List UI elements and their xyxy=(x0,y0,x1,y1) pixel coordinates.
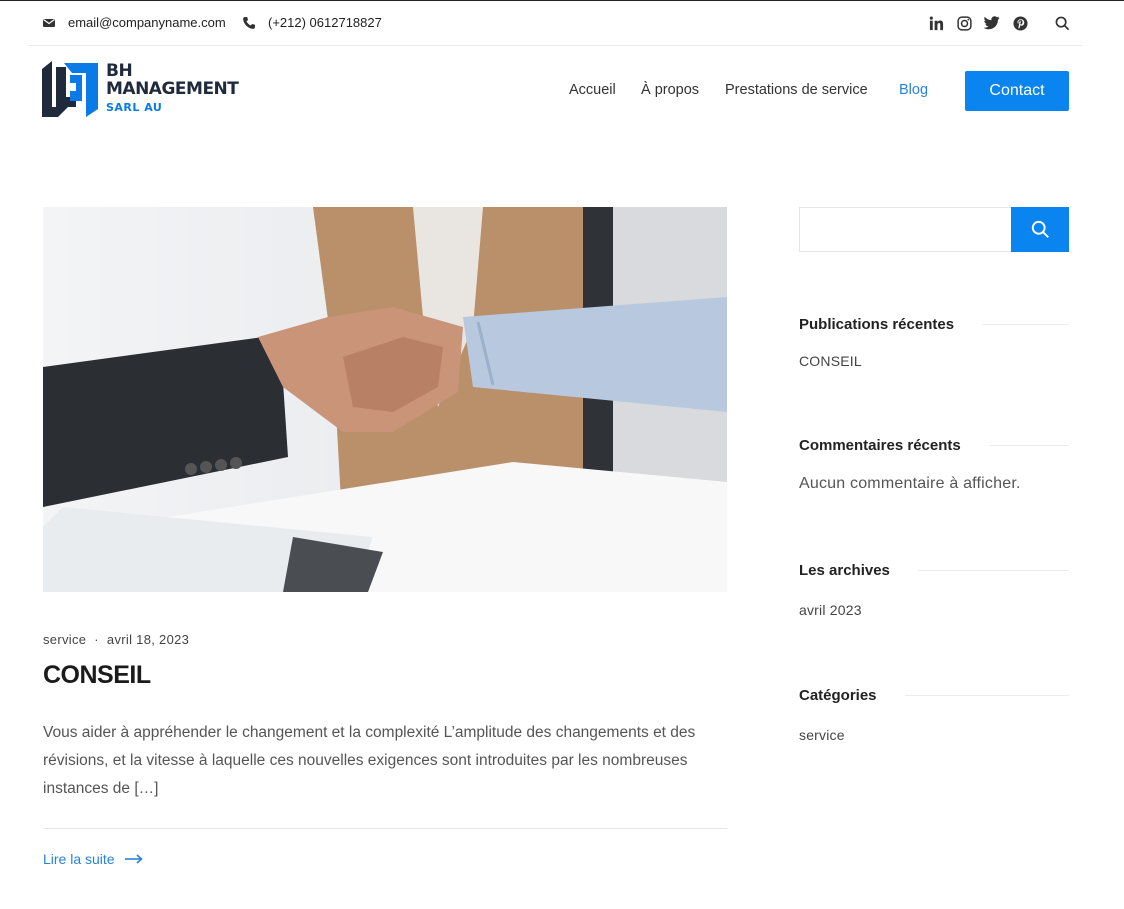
nav-item-blog[interactable]: Blog xyxy=(899,82,928,98)
widget-title-rule xyxy=(988,445,1069,446)
no-comments-text: Aucun commentaire à afficher. xyxy=(799,475,1021,492)
widget-title-recent-comments: Commentaires récents xyxy=(799,437,1069,454)
post-meta: service · avril 18, 2023 xyxy=(43,632,189,647)
category-link[interactable]: service xyxy=(799,727,845,743)
brand-line-1: BH xyxy=(106,61,133,81)
envelope-icon xyxy=(43,18,55,27)
nav-item-prestations[interactable]: Prestations de service xyxy=(725,82,868,98)
arrow-right-icon xyxy=(124,854,143,864)
widget-title-text: Catégories xyxy=(799,687,877,704)
post-category-link[interactable]: service xyxy=(43,632,86,647)
sidebar-search-input[interactable] xyxy=(799,207,1012,252)
read-more-label: Lire la suite xyxy=(43,851,115,867)
widget-title-rule xyxy=(917,570,1069,571)
handshake-image xyxy=(43,207,727,592)
archive-link[interactable]: avril 2023 xyxy=(799,602,862,618)
email-contact[interactable]: email@companyname.com xyxy=(42,15,226,30)
contact-button[interactable]: Contact xyxy=(965,71,1069,111)
widget-title-text: Publications récentes xyxy=(799,316,955,333)
logo-mark-icon xyxy=(42,61,98,117)
widget-title-categories: Catégories xyxy=(799,687,1069,704)
widget-title-text: Les archives xyxy=(799,562,890,579)
top-bar: email@companyname.com (+212) 0612718827 xyxy=(28,1,1083,46)
search-icon[interactable] xyxy=(1053,14,1071,32)
widget-title-rule xyxy=(904,695,1069,696)
post-divider xyxy=(43,828,727,829)
phone-contact[interactable]: (+212) 0612718827 xyxy=(242,15,382,30)
read-more-link[interactable]: Lire la suite xyxy=(43,851,143,867)
widget-title-rule xyxy=(982,324,1069,325)
phone-text: (+212) 0612718827 xyxy=(268,15,382,30)
widget-title-recent-posts: Publications récentes xyxy=(799,316,1069,333)
pinterest-icon[interactable] xyxy=(1011,14,1029,32)
search-icon xyxy=(1031,220,1049,238)
instagram-icon[interactable] xyxy=(955,14,973,32)
widget-title-archives: Les archives xyxy=(799,562,1069,579)
recent-post-link[interactable]: CONSEIL xyxy=(799,353,862,369)
sidebar-search-button[interactable] xyxy=(1011,207,1069,252)
meta-separator: · xyxy=(94,632,99,647)
phone-icon xyxy=(243,16,255,29)
twitter-icon[interactable] xyxy=(983,14,1001,32)
email-text: email@companyname.com xyxy=(68,15,226,30)
post-date[interactable]: avril 18, 2023 xyxy=(107,632,189,647)
post-excerpt: Vous aider à appréhender le changement e… xyxy=(43,724,696,797)
post-featured-image[interactable] xyxy=(43,207,727,592)
logo[interactable]: BH MANAGEMENT SARL AU xyxy=(42,61,272,119)
brand-line-2: MANAGEMENT xyxy=(106,79,239,99)
post-title[interactable]: CONSEIL xyxy=(43,661,151,690)
nav-item-accueil[interactable]: Accueil xyxy=(569,82,616,98)
brand-line-3: SARL AU xyxy=(106,101,163,114)
widget-title-text: Commentaires récents xyxy=(799,437,961,454)
linkedin-icon[interactable] xyxy=(927,14,945,32)
nav-item-a-propos[interactable]: À propos xyxy=(641,82,699,98)
